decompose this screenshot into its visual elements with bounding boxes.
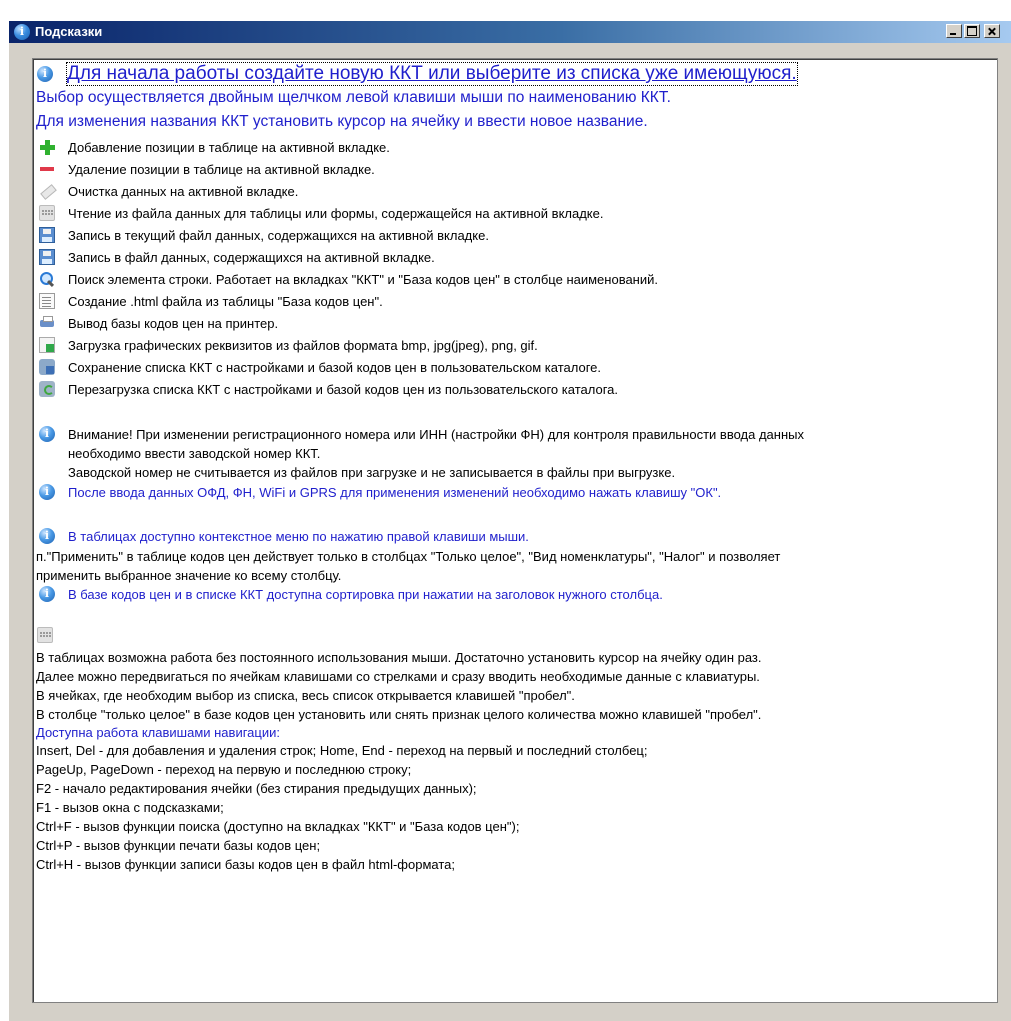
info-icon (37, 66, 53, 82)
info-icon (39, 528, 55, 544)
apply-note: применить выбранное значение ко всему ст… (36, 568, 342, 583)
info-icon: i (14, 24, 30, 40)
window-title: Подсказки (35, 24, 103, 39)
title-bar[interactable]: i Подсказки (9, 21, 1011, 43)
minimize-button[interactable] (946, 24, 962, 38)
maximize-button[interactable] (964, 24, 980, 38)
ofd-note: После ввода данных ОФД, ФН, WiFi и GPRS … (68, 485, 722, 500)
help-line-clear: Очистка данных на активной вкладке. (68, 184, 299, 199)
nav-line: F1 - вызов окна с подсказками; (36, 800, 224, 815)
help-line-read: Чтение из файла данных для таблицы или ф… (68, 206, 604, 221)
help-line-save-as: Запись в файл данных, содержащихся на ак… (68, 250, 435, 265)
html-file-icon (39, 293, 55, 309)
warning-line: Внимание! При изменении регистрационного… (68, 427, 804, 442)
keyboard-line: В столбце "только целое" в базе кодов це… (36, 707, 762, 722)
keyboard-line: В ячейках, где необходим выбор из списка… (36, 688, 575, 703)
help-line-add: Добавление позиции в таблице на активной… (68, 140, 390, 155)
eraser-icon (39, 183, 55, 199)
context-menu-note: В таблицах доступно контекстное меню по … (68, 529, 529, 544)
search-icon (39, 271, 55, 287)
remove-icon (39, 161, 55, 177)
nav-line: F2 - начало редактирования ячейки (без с… (36, 781, 477, 796)
nav-line: Insert, Del - для добавления и удаления … (36, 743, 648, 758)
nav-line: Ctrl+H - вызов функции записи базы кодов… (36, 857, 455, 872)
nav-title: Доступна работа клавишами навигации: (36, 725, 280, 740)
info-icon (39, 426, 55, 442)
add-icon (39, 139, 55, 155)
database-save-icon (39, 359, 55, 375)
help-line-graphics: Загрузка графических реквизитов из файло… (68, 338, 538, 353)
nav-line: PageUp, PageDown - переход на первую и п… (36, 762, 412, 777)
intro-line: Для изменения названия ККТ установить ку… (36, 113, 648, 130)
info-icon (39, 484, 55, 500)
hints-text-area[interactable]: Для начала работы создайте новую ККТ или… (32, 58, 998, 1003)
intro-line: Выбор осуществляется двойным щелчком лев… (36, 89, 671, 106)
database-reload-icon (39, 381, 55, 397)
printer-icon (39, 315, 55, 331)
close-button[interactable] (984, 24, 1000, 38)
help-line-print: Вывод базы кодов цен на принтер. (68, 316, 279, 331)
save-icon (39, 227, 55, 243)
nav-line: Ctrl+F - вызов функции поиска (доступно … (36, 819, 520, 834)
open-file-icon (39, 205, 55, 221)
help-line-db-save: Сохранение списка ККТ с настройками и ба… (68, 360, 602, 375)
warning-line: Заводской номер не считывается из файлов… (68, 465, 676, 480)
help-line-search: Поиск элемента строки. Работает на вклад… (68, 272, 658, 287)
image-icon (39, 337, 55, 353)
warning-line: необходимо ввести заводской номер ККТ. (68, 446, 321, 461)
keyboard-icon (37, 627, 53, 643)
help-line-save: Запись в текущий файл данных, содержащих… (68, 228, 489, 243)
keyboard-line: Далее можно передвигаться по ячейкам кла… (36, 669, 760, 684)
help-line-remove: Удаление позиции в таблице на активной в… (68, 162, 375, 177)
apply-note: п."Применить" в таблице кодов цен действ… (36, 549, 781, 564)
sort-note: В базе кодов цен и в списке ККТ доступна… (68, 587, 663, 602)
nav-line: Ctrl+P - вызов функции печати базы кодов… (36, 838, 321, 853)
help-line-db-reload: Перезагрузка списка ККТ с настройками и … (68, 382, 618, 397)
keyboard-line: В таблицах возможна работа без постоянно… (36, 650, 762, 665)
save-as-icon (39, 249, 55, 265)
headline: Для начала работы создайте новую ККТ или… (66, 62, 798, 86)
info-icon (39, 586, 55, 602)
help-line-html: Создание .html файла из таблицы "База ко… (68, 294, 383, 309)
